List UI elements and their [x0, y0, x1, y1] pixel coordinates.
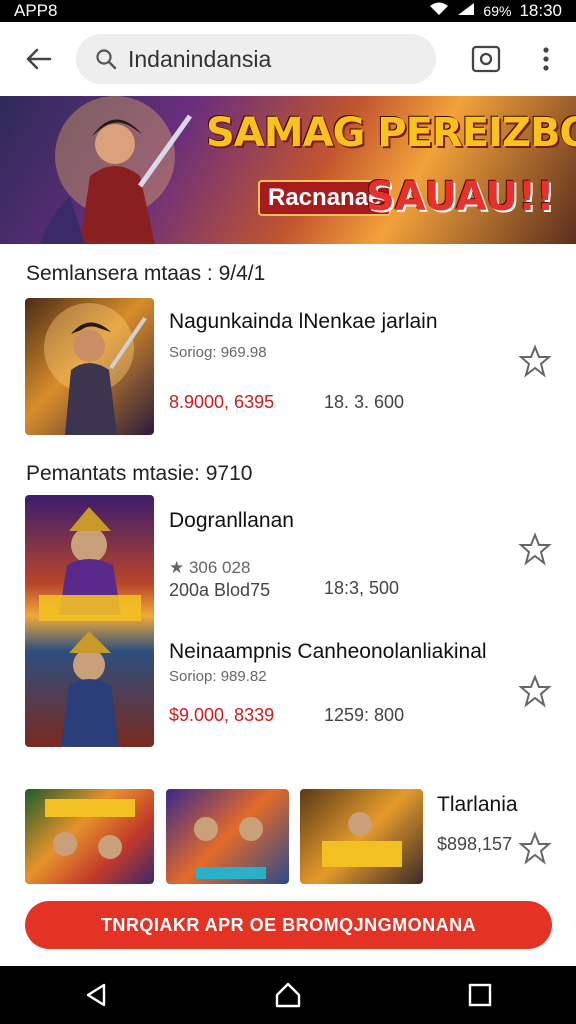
triangle-back-icon [86, 983, 106, 1007]
row-thumbnail-1[interactable] [25, 789, 154, 884]
item-rating-2: ★ 306 028 [169, 558, 251, 577]
search-input[interactable]: Indanindansia [128, 46, 271, 73]
system-nav-bar [0, 966, 576, 1024]
top-toolbar: Indanindansia [0, 22, 576, 96]
item-price-3: $9.000, 8339 [169, 705, 275, 725]
section-title-2: Pemantats mtasie: 9710 [26, 462, 253, 485]
more-vert-icon [543, 47, 549, 71]
status-bar: APP8 69% 18:30 [0, 0, 576, 22]
nav-back-button[interactable] [66, 966, 126, 1024]
search-icon [92, 45, 120, 73]
row-thumbnail-2[interactable] [166, 789, 289, 884]
row-price: $898,157 [437, 834, 513, 854]
cta-button[interactable]: TNRQIAKR APR OE BROMQJNGMONANA [25, 901, 552, 949]
game-art-image [44, 303, 147, 435]
wifi-icon [429, 1, 449, 21]
square-recents-icon [468, 983, 492, 1007]
game-art-image [45, 799, 135, 859]
star-outline-icon[interactable] [518, 344, 552, 378]
item-subtitle-2: 200a Blod75 [169, 580, 271, 600]
camera-button[interactable] [446, 22, 526, 96]
game-art-image [39, 507, 141, 747]
item-thumbnail-1[interactable] [25, 298, 154, 435]
game-art-image [322, 812, 402, 867]
search-bar[interactable]: Indanindansia [76, 34, 436, 84]
item-title-3[interactable]: Neinaampnis Canheonolanliakinal [169, 640, 487, 664]
star-outline-icon[interactable] [518, 532, 552, 566]
item-meta-2: 18:3, 500 [324, 578, 400, 598]
row-title[interactable]: Tlarlania [437, 793, 518, 817]
section-title-1: Semlansera mtaas : 9/4/1 [26, 262, 266, 285]
item-meta-1: 18. 3. 600 [324, 392, 405, 412]
back-button[interactable] [0, 22, 76, 96]
item-meta-3: 1259: 800 [324, 705, 405, 725]
star-outline-icon[interactable] [518, 831, 552, 865]
signal-icon [457, 1, 475, 21]
banner-headline: SAMAG PEREIZBON! [206, 110, 576, 156]
home-icon [275, 982, 301, 1008]
item-thumbnail-2[interactable] [25, 495, 154, 747]
status-app-name: APP8 [14, 1, 58, 20]
item-title-2[interactable]: Dogranllanan [169, 509, 294, 533]
row-thumbnail-3[interactable] [300, 789, 423, 884]
promo-banner[interactable]: SAMAG PEREIZBON! Racnanae SAUAU!! [0, 96, 576, 244]
nav-recents-button[interactable] [450, 966, 510, 1024]
item-title-1[interactable]: Nagunkainda lNenkae jarlain [169, 310, 438, 334]
nav-home-button[interactable] [258, 966, 318, 1024]
battery-level: 69% [483, 3, 512, 19]
item-price-1: 8.9000, 6395 [169, 392, 275, 412]
hero-artwork [40, 96, 193, 244]
banner-tagline: SAUAU!! [366, 174, 555, 220]
game-art-image [194, 817, 266, 879]
arrow-left-icon [26, 48, 52, 70]
camera-icon [471, 45, 501, 73]
status-time: 18:30 [519, 1, 562, 20]
item-subtitle-1: Soriog: 969.98 [169, 344, 267, 361]
more-options-button[interactable] [526, 22, 566, 96]
item-subtitle-3: Soriop: 989.82 [169, 668, 267, 685]
star-outline-icon[interactable] [518, 674, 552, 708]
